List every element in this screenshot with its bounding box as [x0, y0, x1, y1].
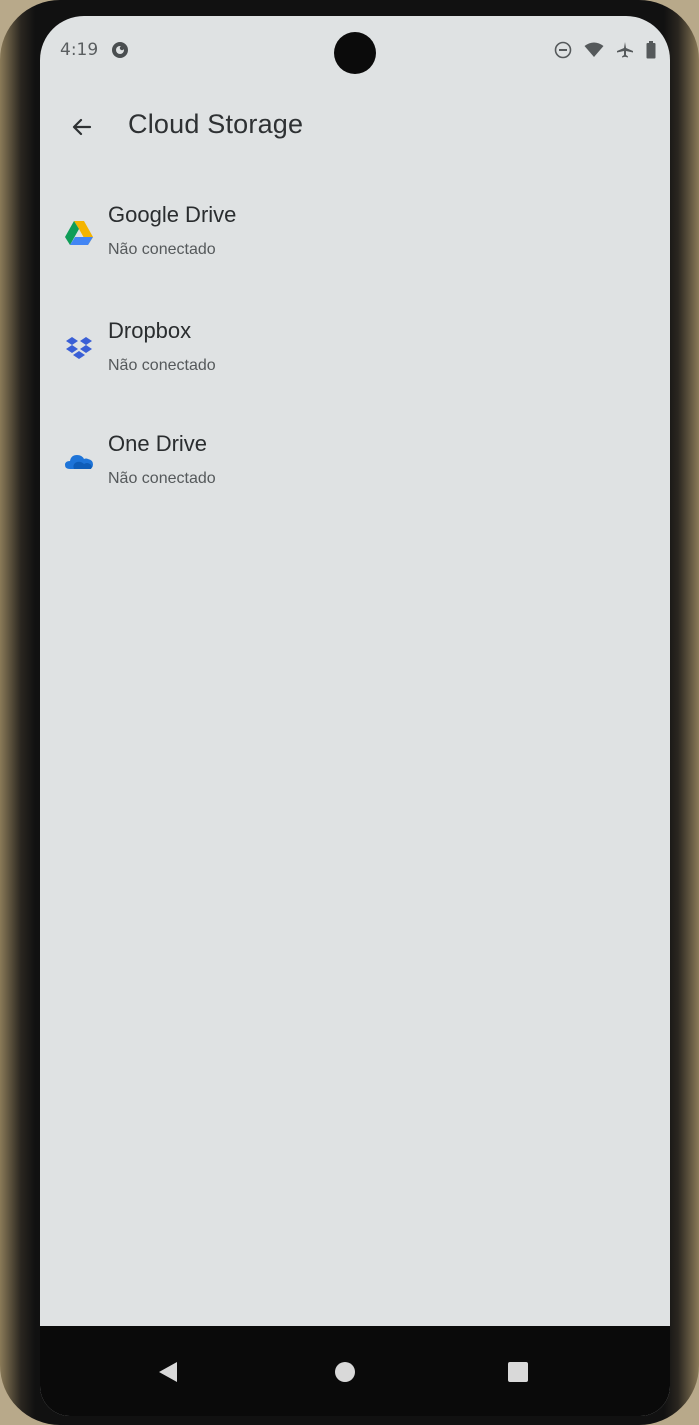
- status-icons: [554, 41, 656, 59]
- screen: 4:19 Cloud Storage Google Drive Não cone…: [40, 16, 670, 1416]
- top-app-bar: Cloud Storage: [40, 94, 670, 158]
- provider-item-google-drive[interactable]: Google Drive Não conectado: [58, 194, 278, 266]
- dropbox-icon: [64, 336, 94, 362]
- do-not-disturb-icon: [554, 41, 572, 59]
- provider-item-dropbox[interactable]: Dropbox Não conectado: [58, 310, 278, 382]
- provider-status: Não conectado: [108, 470, 216, 487]
- battery-icon: [646, 41, 656, 59]
- camera-cutout: [334, 32, 376, 74]
- system-navigation-bar: [40, 1326, 670, 1416]
- app-notification-icon: [110, 40, 130, 60]
- provider-status: Não conectado: [108, 241, 216, 258]
- recents-square-icon: [508, 1362, 528, 1382]
- status-bar: 4:19: [40, 16, 670, 86]
- provider-status: Não conectado: [108, 357, 216, 374]
- airplane-icon: [616, 41, 634, 59]
- home-circle-icon: [335, 1362, 355, 1382]
- wifi-icon: [584, 42, 604, 58]
- page-title: Cloud Storage: [128, 109, 304, 139]
- onedrive-icon: [64, 449, 94, 475]
- back-triangle-icon: [159, 1362, 177, 1382]
- arrow-left-icon: [72, 118, 92, 136]
- provider-name: Dropbox: [108, 318, 192, 343]
- status-time: 4:19: [60, 40, 99, 60]
- nav-back-button[interactable]: [150, 1354, 186, 1390]
- nav-home-button[interactable]: [327, 1354, 363, 1390]
- provider-name: Google Drive: [108, 202, 237, 227]
- nav-recents-button[interactable]: [500, 1354, 536, 1390]
- google-drive-icon: [64, 220, 94, 246]
- back-button[interactable]: [66, 110, 98, 144]
- provider-item-onedrive[interactable]: One Drive Não conectado: [58, 423, 278, 495]
- provider-name: One Drive: [108, 431, 208, 456]
